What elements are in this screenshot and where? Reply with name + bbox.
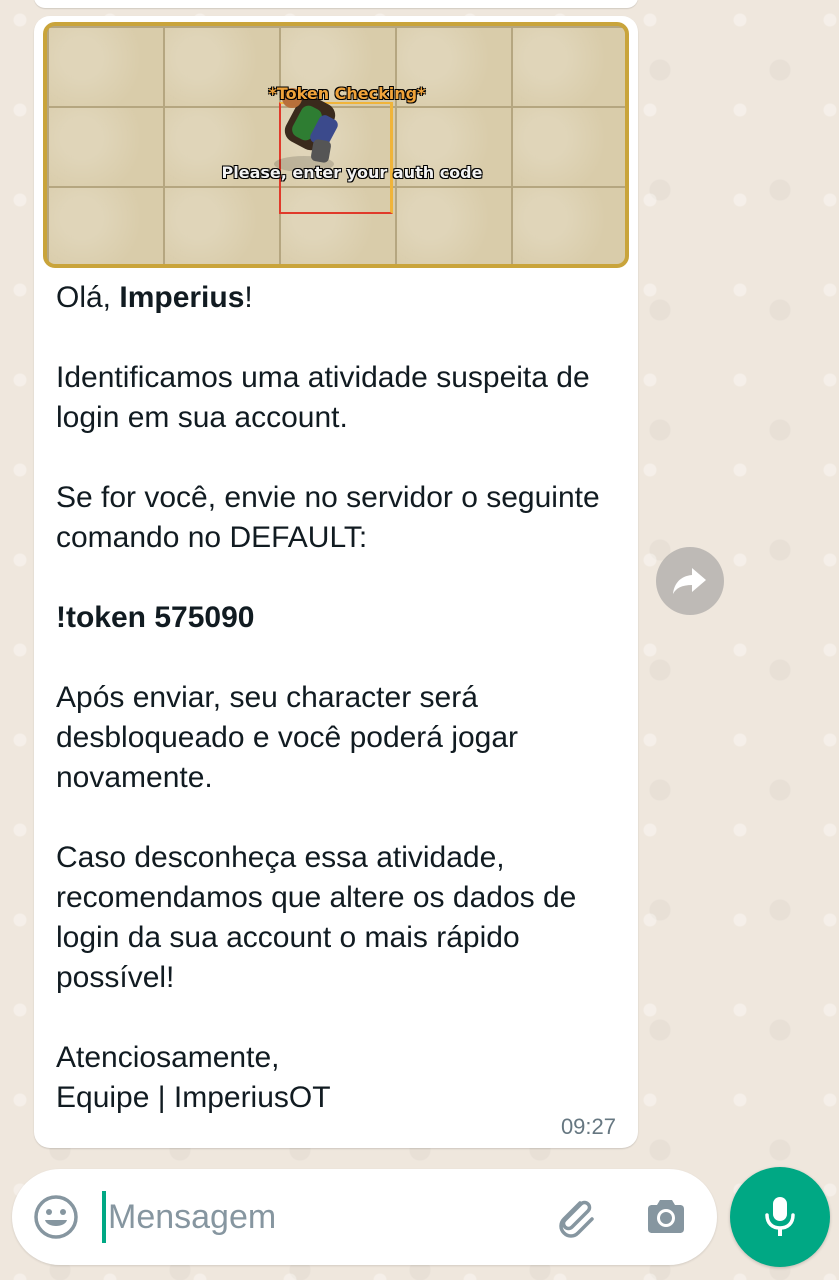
message-body: Olá, Imperius! Identificamos uma ativida… [56,278,616,1118]
emoji-icon [34,1195,78,1239]
signoff: Atenciosamente, Equipe | ImperiusOT [56,1038,616,1118]
signoff-line-2: Equipe | ImperiusOT [56,1081,331,1114]
token-command: !token 575090 [56,598,616,638]
forward-button[interactable] [656,547,724,615]
image-title: *Token Checking* [268,84,426,103]
camera-button[interactable] [642,1193,690,1241]
greeting-name: Imperius [119,281,245,314]
token-command-text: !token 575090 [56,601,255,634]
greeting-prefix: Olá, [56,281,120,314]
message-bubble[interactable]: *Token Checking* Please, enter your auth… [34,16,638,1148]
greeting-suffix: ! [244,281,253,314]
attach-button[interactable] [550,1193,598,1241]
emoji-button[interactable] [32,1193,80,1241]
paragraph-send-command: Se for você, envie no servidor o seguint… [56,481,600,554]
signoff-line-1: Atenciosamente, [56,1041,280,1074]
paragraph-unknown-activity: Caso desconheça essa atividade, recomend… [56,841,577,994]
message-input[interactable] [108,1187,528,1247]
camera-icon [648,1200,684,1233]
previous-message-bubble[interactable] [34,0,638,8]
message-image[interactable]: *Token Checking* Please, enter your auth… [43,22,629,268]
paragraph-suspicious-activity: Identificamos uma atividade suspeita de … [56,361,590,434]
paperclip-icon [559,1200,594,1238]
forward-icon [673,568,706,594]
text-caret [102,1191,106,1243]
paragraph-after-sending: Após enviar, seu character será desbloqu… [56,681,519,794]
microphone-icon [765,1197,795,1236]
image-subtitle: Please, enter your auth code [221,163,483,182]
greeting-line: Olá, Imperius! [56,278,616,318]
message-timestamp: 09:27 [560,1114,616,1139]
message-composer [12,1169,717,1265]
microphone-button[interactable] [730,1167,830,1267]
